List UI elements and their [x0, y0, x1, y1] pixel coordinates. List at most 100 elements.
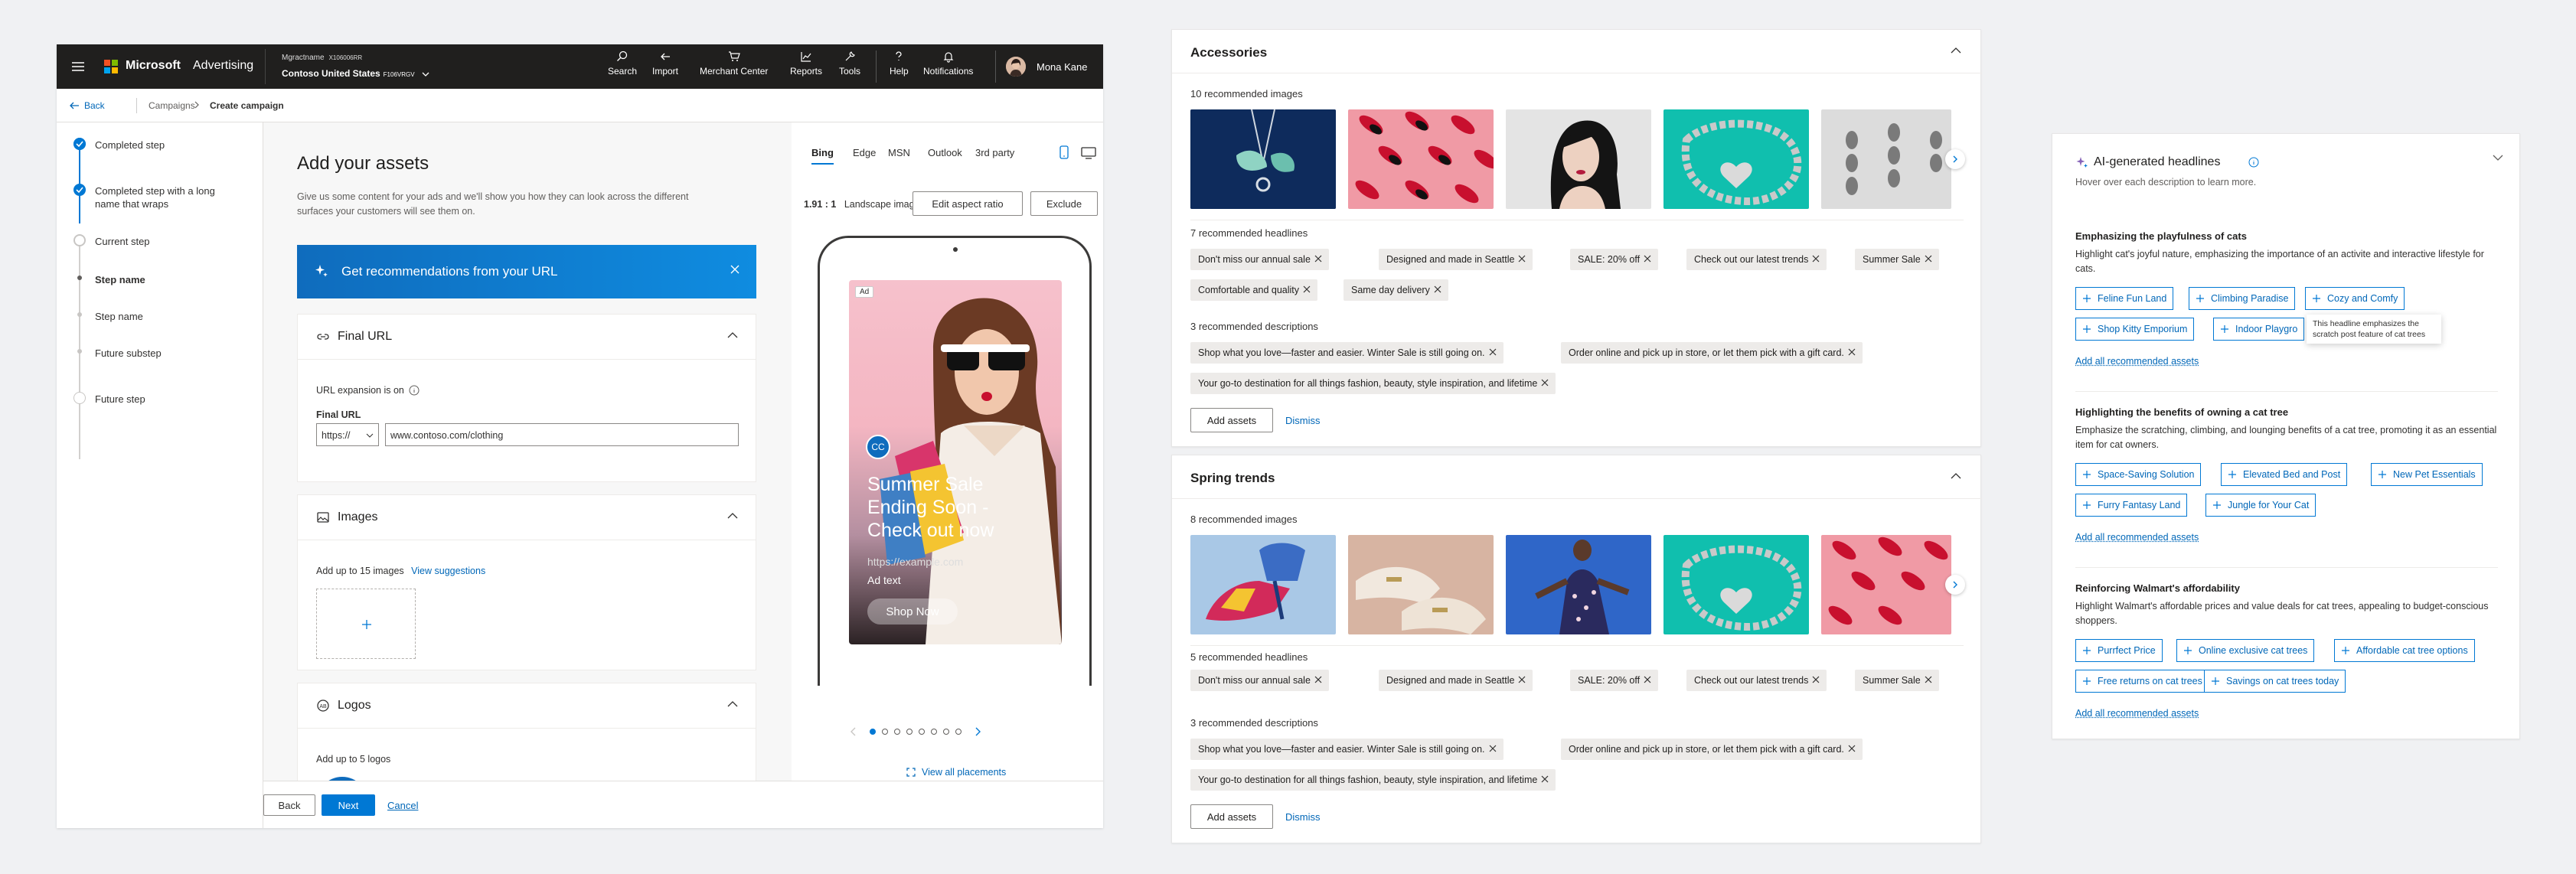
protocol-select[interactable]: https://: [316, 423, 379, 446]
carousel-next-button[interactable]: [1945, 149, 1965, 169]
nav-tools[interactable]: Tools: [839, 51, 860, 77]
chevron-right-icon[interactable]: [974, 726, 981, 737]
headline-suggestion-chip[interactable]: New Pet Essentials: [2371, 463, 2483, 486]
asset-chip[interactable]: Order online and pick up in store, or le…: [1561, 739, 1863, 760]
pager-dot[interactable]: [882, 729, 888, 735]
card-header[interactable]: Final URL: [316, 330, 392, 344]
asset-chip[interactable]: Shop what you love—faster and easier. Wi…: [1190, 739, 1503, 760]
chevron-up-icon[interactable]: [1950, 472, 1962, 480]
chevron-up-icon[interactable]: [1950, 47, 1962, 54]
add-assets-button[interactable]: Add assets: [1190, 408, 1273, 432]
headline-suggestion-chip[interactable]: Savings on cat trees today: [2204, 670, 2346, 693]
recommended-image[interactable]: [1821, 535, 1951, 634]
close-icon[interactable]: [1811, 254, 1820, 263]
dismiss-link[interactable]: Dismiss: [1285, 811, 1321, 823]
edit-aspect-ratio-button[interactable]: Edit aspect ratio: [913, 191, 1023, 216]
close-icon[interactable]: [1488, 744, 1497, 753]
headline-suggestion-chip[interactable]: Jungle for Your Cat: [2205, 494, 2316, 517]
close-icon[interactable]: [1924, 675, 1933, 684]
headline-suggestion-chip[interactable]: Climbing Paradise: [2189, 287, 2296, 310]
recommended-image[interactable]: [1190, 535, 1336, 634]
headline-suggestion-chip[interactable]: Shop Kitty Emporium: [2075, 318, 2195, 341]
pager-dot[interactable]: [955, 729, 962, 735]
headline-suggestion-chip[interactable]: Space-Saving Solution: [2075, 463, 2202, 486]
recommended-image[interactable]: [1663, 109, 1809, 209]
nav-help[interactable]: Help: [890, 51, 909, 77]
ad-card[interactable]: Ad CC Summer Sale Ending Soon - Check ou…: [849, 280, 1062, 644]
close-icon[interactable]: [1643, 675, 1652, 684]
add-all-link[interactable]: Add all recommended assets: [2075, 532, 2199, 543]
add-image-tile[interactable]: [316, 589, 416, 659]
close-icon[interactable]: [1540, 775, 1549, 784]
pager-dot[interactable]: [906, 729, 913, 735]
hamburger-menu-icon[interactable]: [70, 59, 86, 74]
recommended-image[interactable]: [1348, 109, 1494, 209]
recommended-image[interactable]: [1190, 109, 1336, 209]
close-icon[interactable]: [1433, 285, 1442, 294]
exclude-button[interactable]: Exclude: [1030, 191, 1098, 216]
recommendations-banner[interactable]: Get recommendations from your URL: [297, 245, 756, 298]
recommended-image[interactable]: [1506, 109, 1651, 209]
recommended-image[interactable]: [1663, 535, 1809, 634]
mobile-icon[interactable]: [1059, 145, 1069, 159]
final-url-input[interactable]: www.contoso.com/clothing: [385, 423, 739, 446]
pager-dot[interactable]: [894, 729, 900, 735]
asset-chip[interactable]: SALE: 20% off: [1570, 670, 1659, 691]
pager-dot[interactable]: [870, 729, 876, 735]
asset-chip[interactable]: Shop what you love—faster and easier. Wi…: [1190, 342, 1503, 364]
recommended-image[interactable]: [1821, 109, 1951, 209]
chevron-left-icon[interactable]: [850, 726, 857, 737]
recommended-image[interactable]: [1348, 535, 1494, 634]
customer-selector[interactable]: Contoso United States F106VRGV: [282, 68, 429, 79]
pager-dot[interactable]: [919, 729, 925, 735]
chevron-up-icon[interactable]: [726, 512, 739, 520]
asset-chip[interactable]: Summer Sale: [1855, 249, 1939, 270]
avatar[interactable]: [1006, 57, 1026, 77]
asset-chip[interactable]: Comfortable and quality: [1190, 279, 1318, 301]
next-button[interactable]: Next: [322, 794, 375, 816]
headline-suggestion-chip[interactable]: Affordable cat tree options: [2334, 639, 2475, 662]
tab-edge[interactable]: Edge: [853, 147, 876, 158]
close-icon[interactable]: [1517, 254, 1526, 263]
info-icon[interactable]: [2248, 157, 2259, 168]
close-icon[interactable]: [1540, 378, 1549, 387]
shop-now-button[interactable]: Shop Now: [867, 598, 958, 625]
view-all-placements-link[interactable]: View all placements: [906, 767, 1006, 778]
tab-3rd-party[interactable]: 3rd party: [975, 147, 1014, 158]
close-icon[interactable]: [1314, 675, 1323, 684]
headline-suggestion-chip[interactable]: Cozy and Comfy: [2305, 287, 2405, 310]
pager-dot[interactable]: [943, 729, 949, 735]
close-icon[interactable]: [1811, 675, 1820, 684]
asset-chip[interactable]: Your go-to destination for all things fa…: [1190, 373, 1556, 394]
asset-chip[interactable]: Your go-to destination for all things fa…: [1190, 769, 1556, 791]
asset-chip[interactable]: Designed and made in Seattle: [1379, 249, 1533, 270]
view-suggestions-link[interactable]: View suggestions: [411, 566, 485, 576]
headline-suggestion-chip[interactable]: Online exclusive cat trees: [2176, 639, 2315, 662]
add-all-link[interactable]: Add all recommended assets: [2075, 708, 2199, 719]
headline-suggestion-chip[interactable]: Free returns on cat trees: [2075, 670, 2209, 693]
close-icon[interactable]: [1314, 254, 1323, 263]
cancel-link[interactable]: Cancel: [387, 800, 418, 811]
nav-reports[interactable]: Reports: [790, 51, 822, 77]
close-icon[interactable]: [729, 263, 741, 276]
asset-chip[interactable]: Summer Sale: [1855, 670, 1939, 691]
recommended-image[interactable]: [1506, 535, 1651, 634]
card-header[interactable]: AB Logos: [316, 699, 371, 713]
nav-notifications[interactable]: Notifications: [923, 51, 973, 77]
tab-bing[interactable]: Bing: [811, 147, 834, 165]
back-button[interactable]: Back: [263, 794, 315, 816]
asset-chip[interactable]: Check out our latest trends: [1686, 249, 1827, 270]
close-icon[interactable]: [1847, 744, 1856, 753]
add-assets-button[interactable]: Add assets: [1190, 804, 1273, 829]
headline-suggestion-chip[interactable]: Elevated Bed and Post: [2221, 463, 2348, 486]
asset-chip[interactable]: Same day delivery: [1344, 279, 1448, 301]
pager-dot[interactable]: [931, 729, 937, 735]
card-header[interactable]: Images: [316, 510, 377, 524]
nav-search[interactable]: Search: [608, 51, 637, 77]
add-all-link[interactable]: Add all recommended assets: [2075, 356, 2199, 367]
asset-chip[interactable]: Don't miss our annual sale: [1190, 249, 1329, 270]
chevron-up-icon[interactable]: [726, 700, 739, 708]
headline-suggestion-chip[interactable]: Furry Fantasy Land: [2075, 494, 2188, 517]
close-icon[interactable]: [1643, 254, 1652, 263]
asset-chip[interactable]: Check out our latest trends: [1686, 670, 1827, 691]
